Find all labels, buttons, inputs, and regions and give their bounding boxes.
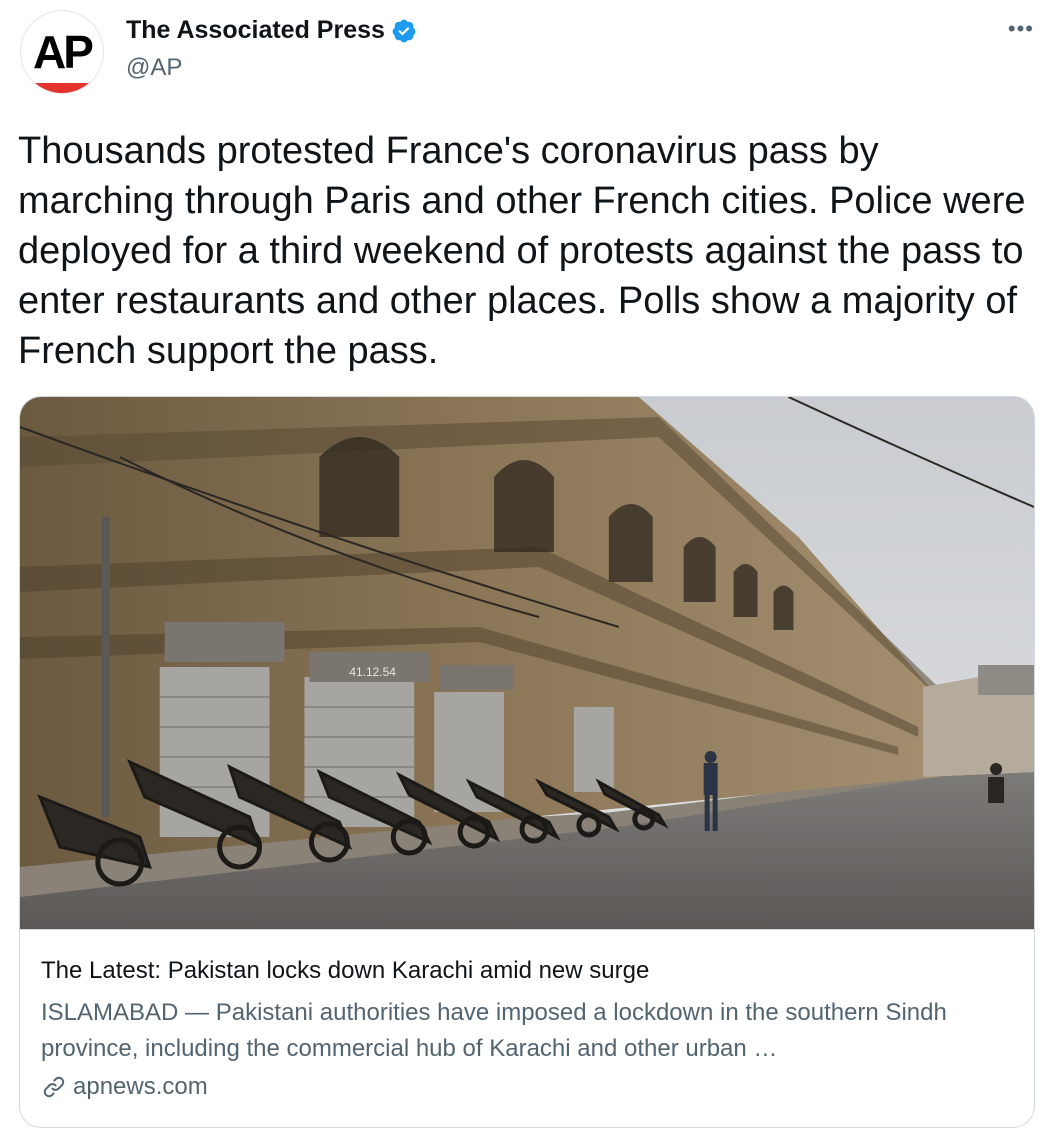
more-options-icon[interactable]: ••• [1008,16,1034,42]
shop-sign-text: 41.12.54 [349,665,396,679]
link-icon [43,1076,65,1098]
avatar[interactable]: AP [20,10,104,94]
display-name[interactable]: The Associated Press [126,16,385,45]
card-domain-text[interactable]: apnews.com [73,1073,208,1101]
tweet-text: Thousands protested France's coronavirus… [18,130,1026,372]
handle[interactable]: @AP [126,54,182,82]
ap-logo: AP [33,26,94,78]
card-description: ISLAMABAD — Pakistani authorities have i… [41,999,947,1062]
avatar-stripe [21,83,103,93]
card-divider [20,929,1034,930]
link-card[interactable]: 41.12.54 The Latest: Pakistan locks down… [19,396,1035,1128]
card-title[interactable]: The Latest: Pakistan locks down Karachi … [41,957,649,985]
card-domain[interactable]: apnews.com [41,1073,208,1101]
verified-badge-icon [392,19,416,42]
name-row: The Associated Press [126,16,417,45]
card-image[interactable]: 41.12.54 [20,397,1034,929]
